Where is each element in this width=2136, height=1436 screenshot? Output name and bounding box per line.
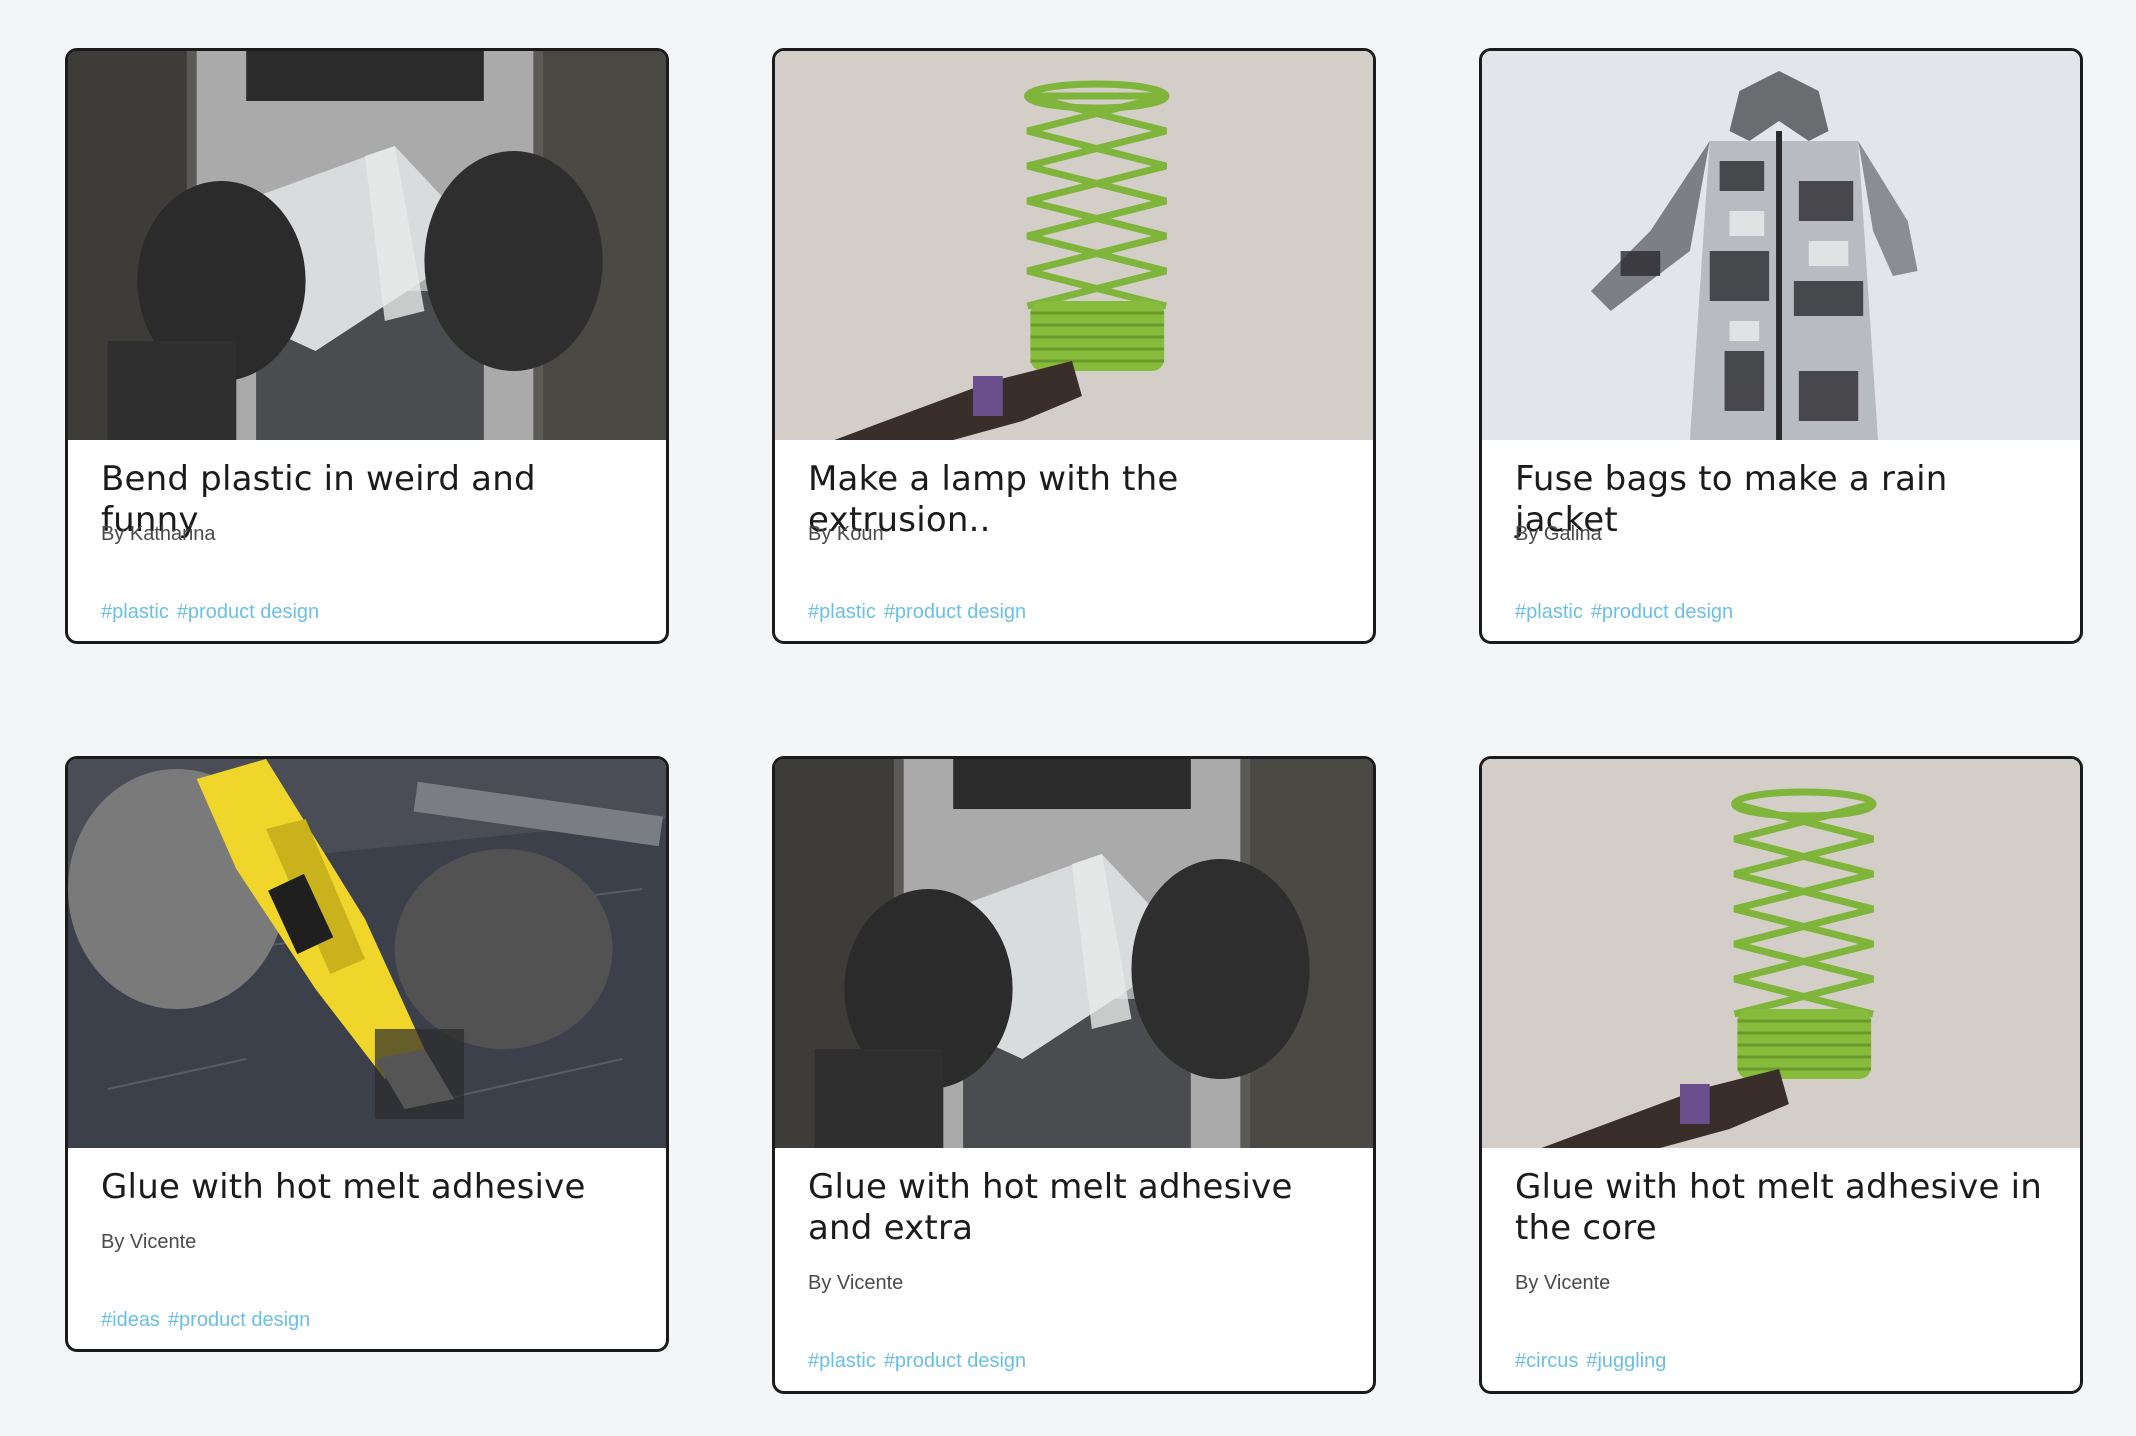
tag-link[interactable]: #circus (1515, 1350, 1578, 1372)
card-tags: #circus #juggling (1515, 1350, 1674, 1373)
card-image-rain-jacket[interactable] (1482, 51, 2080, 440)
card-image-spiral-lamp[interactable] (1482, 759, 2080, 1148)
tag-link[interactable]: #plastic (101, 601, 169, 623)
card-author: By Vicente (101, 1231, 197, 1253)
project-card[interactable]: Make a lamp with the extrusion.. By Koun… (772, 48, 1376, 644)
card-tags: #plastic #product design (808, 1350, 1034, 1373)
project-card[interactable]: Glue with hot melt adhesive in the core … (1479, 756, 2083, 1394)
card-image-plastic-bending[interactable] (68, 51, 666, 440)
project-card[interactable]: Fuse bags to make a rain jacket By Galin… (1479, 48, 2083, 644)
card-image-plastic-bending[interactable] (775, 759, 1373, 1148)
tag-link[interactable]: #ideas (101, 1309, 160, 1331)
tag-link[interactable]: #juggling (1586, 1350, 1666, 1372)
card-tags: #plastic #product design (1515, 601, 1741, 624)
project-card[interactable]: Glue with hot melt adhesive By Vicente #… (65, 756, 669, 1352)
card-author: By Vicente (1515, 1272, 1611, 1294)
card-author: By Galina (1515, 523, 1602, 545)
tag-link[interactable]: #product design (1591, 601, 1733, 623)
tag-link[interactable]: #product design (177, 601, 319, 623)
card-tags: #plastic #product design (101, 601, 327, 624)
card-image-spiral-lamp[interactable] (775, 51, 1373, 440)
card-tags: #plastic #product design (808, 601, 1034, 624)
card-title[interactable]: Make a lamp with the extrusion.. (808, 459, 1349, 541)
card-title[interactable]: Glue with hot melt adhesive (101, 1167, 642, 1208)
tag-link[interactable]: #plastic (1515, 601, 1583, 623)
card-title[interactable]: Glue with hot melt adhesive in the core (1515, 1167, 2056, 1249)
card-author: By Vicente (808, 1272, 904, 1294)
tag-link[interactable]: #product design (168, 1309, 310, 1331)
tag-link[interactable]: #plastic (808, 601, 876, 623)
project-card[interactable]: Bend plastic in weird and funny By Katha… (65, 48, 669, 644)
tag-link[interactable]: #product design (884, 601, 1026, 623)
card-title[interactable]: Glue with hot melt adhesive and extra (808, 1167, 1349, 1249)
tag-link[interactable]: #product design (884, 1350, 1026, 1372)
card-tags: #ideas #product design (101, 1309, 318, 1332)
card-author: By Koun (808, 523, 884, 545)
card-author: By Katharina (101, 523, 216, 545)
tag-link[interactable]: #plastic (808, 1350, 876, 1372)
card-image-hot-glue-gun[interactable] (68, 759, 666, 1148)
project-card[interactable]: Glue with hot melt adhesive and extra By… (772, 756, 1376, 1394)
